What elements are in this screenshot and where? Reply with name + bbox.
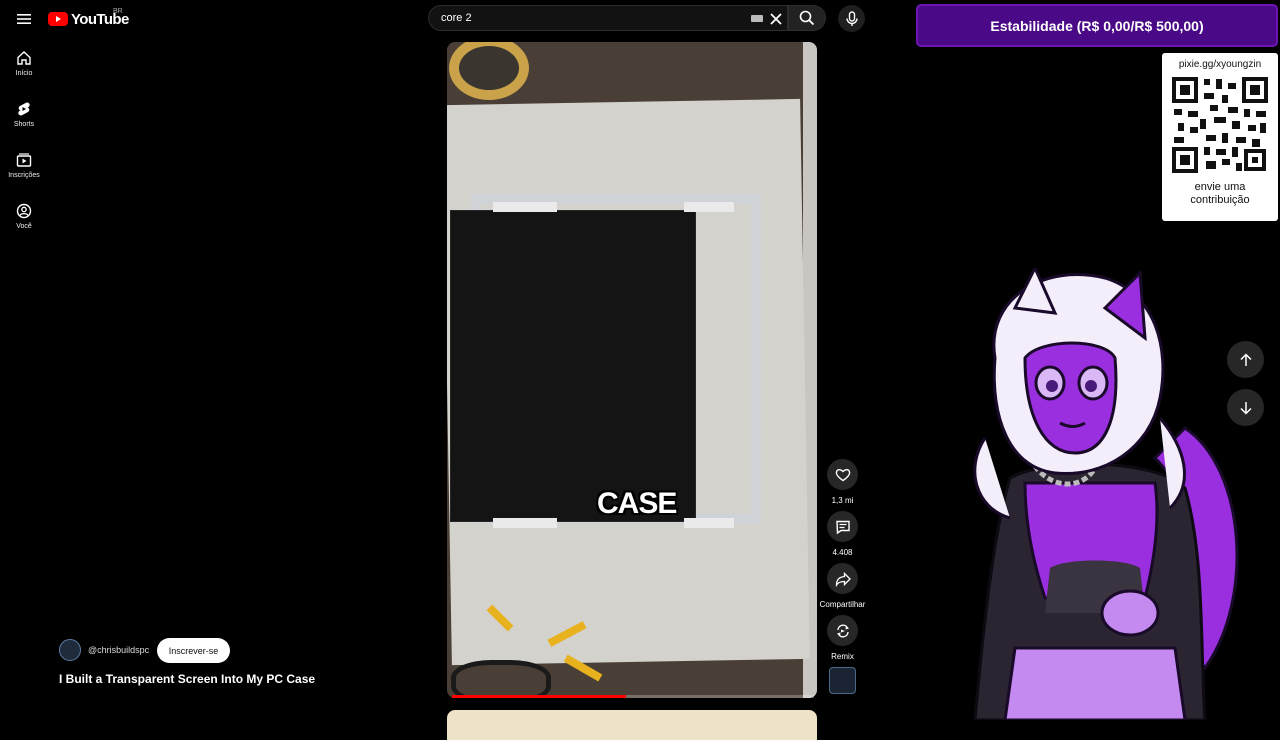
comment-icon <box>835 520 850 534</box>
user-circle-icon <box>16 203 32 219</box>
like-button[interactable]: 1,3 mi <box>826 459 859 505</box>
heart-icon <box>835 468 850 482</box>
video-scene-tape <box>493 202 557 212</box>
video-scene-scissors <box>451 660 551 698</box>
remix-icon <box>836 624 849 637</box>
search-button[interactable] <box>788 5 826 31</box>
sidebar-item-label: Shorts <box>13 121 35 128</box>
video-scene-tape <box>493 518 557 528</box>
qr-code-icon <box>1170 75 1270 175</box>
share-label: Compartilhar <box>819 600 866 609</box>
video-scene-screen <box>450 210 696 522</box>
next-short-preview[interactable] <box>447 710 817 740</box>
video-scene-tape <box>684 518 734 528</box>
sidebar-item-label: Inscrições <box>8 172 40 179</box>
channel-avatar[interactable] <box>59 639 81 661</box>
youtube-logo[interactable]: YouTube BR <box>48 8 129 28</box>
channel-name[interactable]: @chrisbuildspc <box>88 645 149 655</box>
donation-goal-bar: Estabilidade (R$ 0,00/R$ 500,00) <box>916 4 1278 47</box>
sidebar-item-you[interactable]: Você <box>0 203 48 247</box>
video-caption: CASE <box>597 487 677 520</box>
subscribe-button[interactable]: Inscrever-se <box>157 638 230 663</box>
video-scene-tape <box>684 202 734 212</box>
region-code: BR <box>113 8 123 15</box>
video-title[interactable]: I Built a Transparent Screen Into My PC … <box>59 672 315 686</box>
keyboard-icon[interactable] <box>751 15 763 22</box>
sidebar-item-label: Você <box>16 223 32 230</box>
sidebar-item-home[interactable]: Início <box>0 50 48 94</box>
donation-cta: envie uma contribuição <box>1162 181 1278 207</box>
donation-url: pixie.gg/xyoungzin <box>1178 59 1262 70</box>
hamburger-icon <box>17 14 31 24</box>
donation-cta-line: contribuição <box>1190 194 1250 206</box>
sidebar-item-subscriptions[interactable]: Inscrições <box>0 152 48 196</box>
share-icon <box>835 571 851 587</box>
microphone-icon <box>845 10 858 26</box>
video-progress-fill <box>452 695 626 698</box>
short-video-player[interactable]: CASE <box>447 42 817 698</box>
shorts-icon <box>18 102 30 116</box>
search-box[interactable] <box>428 5 788 31</box>
youtube-play-icon <box>48 12 68 26</box>
like-count: 1,3 mi <box>831 496 854 505</box>
comment-count: 4.408 <box>832 548 853 557</box>
donation-cta-line: envie uma <box>1194 181 1246 193</box>
search-icon <box>799 10 815 26</box>
remix-label: Remix <box>831 652 854 661</box>
video-scene-tape-roll <box>449 42 529 100</box>
home-icon <box>17 51 31 65</box>
subscriptions-icon <box>16 153 32 167</box>
search-input[interactable] <box>439 11 743 25</box>
clear-search-icon[interactable] <box>769 12 783 26</box>
sound-thumbnail[interactable] <box>829 667 856 694</box>
sidebar-item-label: Início <box>15 70 33 77</box>
video-progress-bar[interactable] <box>452 695 814 698</box>
sidebar-item-shorts[interactable]: Shorts <box>0 101 48 145</box>
share-button[interactable]: Compartilhar <box>820 563 865 609</box>
comments-button[interactable]: 4.408 <box>826 511 859 557</box>
donation-qr-card: pixie.gg/xyoungzin envie uma contribuiçã… <box>1162 53 1278 221</box>
remix-button[interactable]: Remix <box>826 615 859 661</box>
voice-search-button[interactable] <box>838 5 865 32</box>
streamer-mascot-illustration <box>973 268 1239 720</box>
menu-button[interactable] <box>14 9 34 29</box>
